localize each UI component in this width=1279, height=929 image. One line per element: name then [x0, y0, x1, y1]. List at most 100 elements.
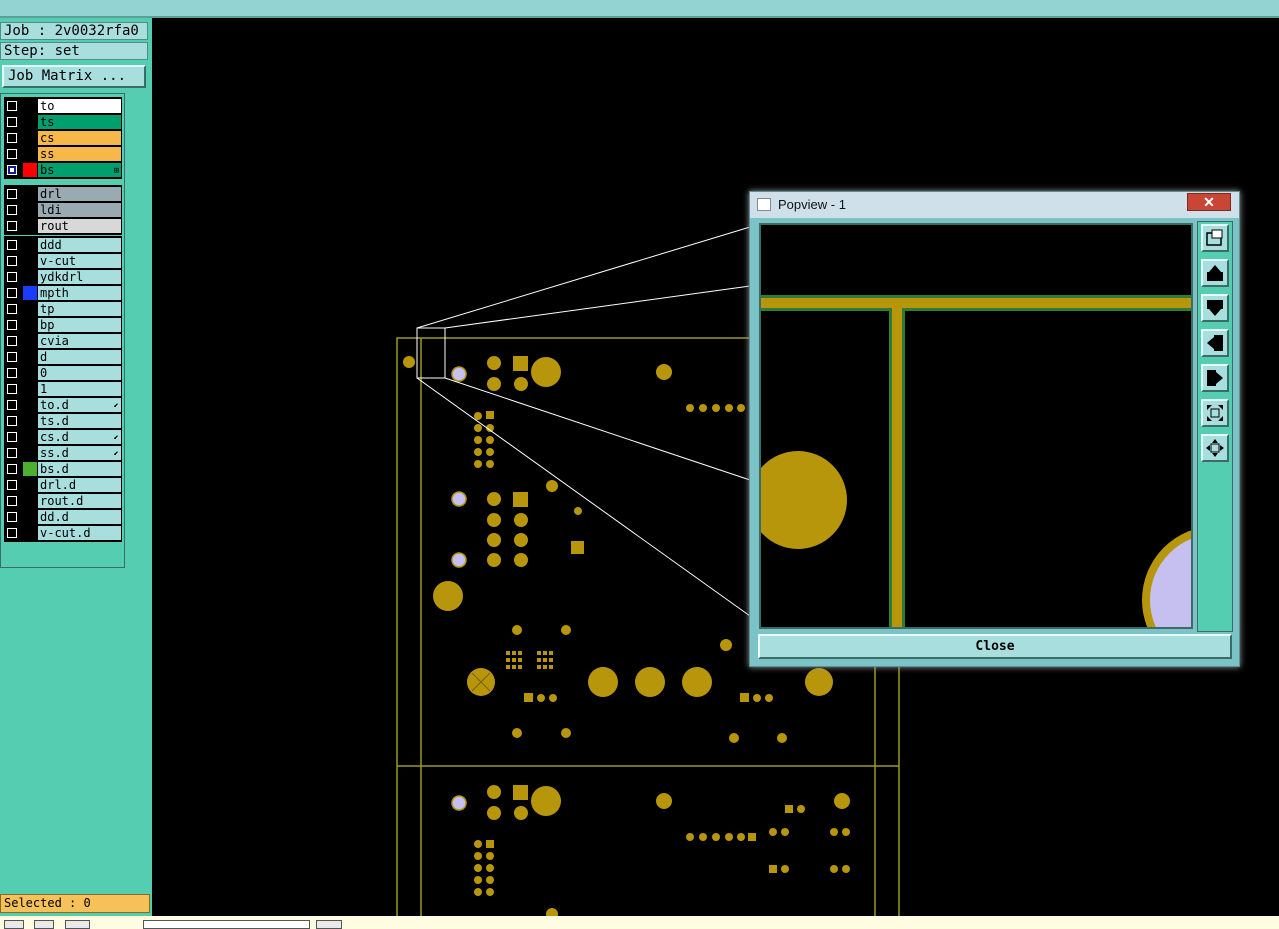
layer-color-swatch[interactable]	[23, 510, 37, 524]
layer-checkbox[interactable]	[7, 368, 17, 378]
layer-name[interactable]: tp	[38, 302, 121, 316]
layer-name[interactable]: rout.d	[38, 494, 121, 508]
layer-row[interactable]: cs	[4, 130, 122, 146]
layer-row[interactable]: tp	[4, 301, 122, 317]
layer-color-swatch[interactable]	[23, 334, 37, 348]
layer-row[interactable]: ldi	[4, 202, 122, 218]
layer-name[interactable]: cvia	[38, 334, 121, 348]
layer-color-swatch[interactable]	[23, 366, 37, 380]
zoom-out-button[interactable]	[1201, 399, 1229, 427]
layer-row[interactable]: rout.d	[4, 493, 122, 509]
layer-row[interactable]: dd.d	[4, 509, 122, 525]
layer-name[interactable]: drl	[38, 187, 121, 201]
layer-name[interactable]: to	[38, 99, 121, 113]
status-button-2[interactable]	[34, 920, 54, 929]
move-right-button[interactable]	[1201, 364, 1229, 392]
layer-checkbox[interactable]	[7, 384, 17, 394]
layer-color-swatch[interactable]	[23, 270, 37, 284]
status-button-1[interactable]	[4, 920, 24, 929]
layer-color-swatch[interactable]	[23, 414, 37, 428]
layer-row[interactable]: ss	[4, 146, 122, 162]
layer-name[interactable]: bs ⊞	[38, 163, 121, 177]
status-input[interactable]	[143, 920, 310, 929]
layer-checkbox[interactable]	[7, 512, 17, 522]
layer-color-swatch[interactable]	[23, 318, 37, 332]
layer-row[interactable]: bs ⊞	[4, 162, 122, 178]
popview-titlebar[interactable]: Popview - 1 ✕	[750, 192, 1239, 218]
layer-name[interactable]: mpth	[38, 286, 121, 300]
layer-color-swatch[interactable]	[23, 99, 37, 113]
layer-checkbox[interactable]	[7, 416, 17, 426]
layer-checkbox[interactable]	[7, 480, 17, 490]
layer-name[interactable]: ldi	[38, 203, 121, 217]
layer-color-swatch[interactable]	[23, 147, 37, 161]
layer-checkbox[interactable]	[7, 101, 17, 111]
layer-name[interactable]: cs	[38, 131, 121, 145]
layer-checkbox[interactable]	[7, 304, 17, 314]
layer-row[interactable]: bp	[4, 317, 122, 333]
layer-checkbox[interactable]	[7, 240, 17, 250]
layer-name[interactable]: v-cut.d	[38, 526, 121, 540]
layer-checkbox[interactable]	[7, 496, 17, 506]
layer-row[interactable]: v-cut.d	[4, 525, 122, 541]
layer-color-swatch[interactable]	[23, 398, 37, 412]
layer-color-swatch[interactable]	[23, 302, 37, 316]
layer-row[interactable]: to.d ⬋	[4, 397, 122, 413]
layer-color-swatch[interactable]	[23, 382, 37, 396]
layer-color-swatch[interactable]	[23, 494, 37, 508]
layer-checkbox[interactable]	[7, 320, 17, 330]
status-button-3[interactable]	[65, 920, 90, 929]
layer-name[interactable]: drl.d	[38, 478, 121, 492]
layer-name[interactable]: to.d ⬋	[38, 398, 121, 412]
layer-checkbox[interactable]	[7, 432, 17, 442]
layer-color-swatch[interactable]	[23, 187, 37, 201]
layer-name[interactable]: ts	[38, 115, 121, 129]
layer-color-swatch[interactable]	[23, 446, 37, 460]
layer-name[interactable]: dd.d	[38, 510, 121, 524]
layer-color-swatch[interactable]	[23, 115, 37, 129]
layer-name[interactable]: ts.d	[38, 414, 121, 428]
status-button-4[interactable]	[316, 920, 342, 929]
layer-name[interactable]: ss.d ⬋	[38, 446, 121, 460]
layer-color-swatch[interactable]	[23, 238, 37, 252]
layer-color-swatch[interactable]	[23, 462, 37, 476]
layer-color-swatch[interactable]	[23, 478, 37, 492]
close-button[interactable]: Close	[758, 634, 1232, 659]
layer-color-swatch[interactable]	[23, 430, 37, 444]
layer-checkbox[interactable]	[7, 189, 17, 199]
layer-checkbox[interactable]	[7, 165, 17, 175]
layer-row[interactable]: cvia	[4, 333, 122, 349]
popview-canvas[interactable]	[759, 223, 1193, 629]
layer-color-swatch[interactable]	[23, 254, 37, 268]
layer-checkbox[interactable]	[7, 221, 17, 231]
layer-color-swatch[interactable]	[23, 526, 37, 540]
layer-color-swatch[interactable]	[23, 286, 37, 300]
layer-row[interactable]: drl.d	[4, 477, 122, 493]
layer-color-swatch[interactable]	[23, 219, 37, 233]
move-up-button[interactable]	[1201, 259, 1229, 287]
layer-checkbox[interactable]	[7, 256, 17, 266]
layer-checkbox[interactable]	[7, 464, 17, 474]
layer-name[interactable]: d	[38, 350, 121, 364]
job-matrix-button[interactable]: Job Matrix ...	[2, 65, 146, 88]
layer-row[interactable]: mpth	[4, 285, 122, 301]
layer-row[interactable]: ts.d	[4, 413, 122, 429]
layer-color-swatch[interactable]	[23, 203, 37, 217]
move-down-button[interactable]	[1201, 294, 1229, 322]
layer-name[interactable]: rout	[38, 219, 121, 233]
layer-row[interactable]: rout	[4, 218, 122, 234]
layer-checkbox[interactable]	[7, 288, 17, 298]
layer-row[interactable]: ddd	[4, 237, 122, 253]
layer-name[interactable]: 0	[38, 366, 121, 380]
layer-row[interactable]: to	[4, 98, 122, 114]
close-x-button[interactable]: ✕	[1187, 193, 1231, 211]
move-left-button[interactable]	[1201, 329, 1229, 357]
layer-row[interactable]: v-cut	[4, 253, 122, 269]
layer-checkbox[interactable]	[7, 400, 17, 410]
layer-name[interactable]: cs.d ⬋	[38, 430, 121, 444]
layer-row[interactable]: ts	[4, 114, 122, 130]
layer-row[interactable]: 0	[4, 365, 122, 381]
layer-row[interactable]: bs.d	[4, 461, 122, 477]
layer-name[interactable]: ydkdrl	[38, 270, 121, 284]
layer-checkbox[interactable]	[7, 149, 17, 159]
